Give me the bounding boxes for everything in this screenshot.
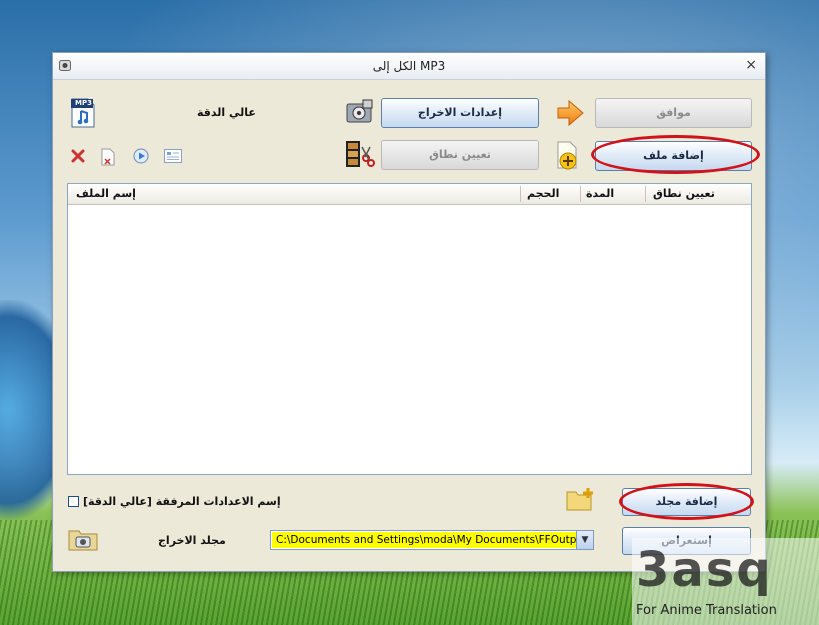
watermark-tagline: For Anime Translation — [636, 603, 777, 618]
output-path-value: C:\Documents and Settings\moda\My Docume… — [272, 532, 592, 548]
delete-icon[interactable] — [70, 148, 86, 164]
set-range-button[interactable]: تعيين نطاق — [381, 140, 539, 170]
mp3-badge-text: MP3 — [75, 99, 92, 107]
attached-settings-checkbox[interactable] — [68, 496, 79, 507]
attached-settings-label: [إسم الاعدادات المرفقة [عالي الدقة — [83, 495, 281, 508]
add-folder-icon — [565, 486, 595, 512]
quality-label: عالي الدقة — [197, 106, 256, 119]
add-folder-button[interactable]: إضافة مجلد — [622, 488, 751, 516]
remove-file-icon[interactable] — [100, 148, 116, 166]
output-folder-label: مجلد الاخراج — [158, 534, 226, 547]
arrow-right-icon — [555, 98, 585, 128]
info-icon[interactable] — [164, 149, 182, 163]
watermark-brand: 3asq — [636, 542, 773, 598]
app-window: الكل إلى MP3 × MP3 عالي الدقة إعدادات ال… — [52, 52, 766, 572]
file-list-header: إسم الملف الحجم المدة تعيين نطاق — [68, 184, 751, 205]
close-icon[interactable]: × — [745, 57, 757, 73]
output-path-select[interactable]: C:\Documents and Settings\moda\My Docume… — [270, 530, 594, 550]
column-header-size[interactable]: الحجم — [527, 187, 559, 200]
mp3-file-icon: MP3 — [69, 97, 97, 129]
output-settings-icon — [343, 98, 375, 128]
title-bar[interactable]: الكل إلى MP3 × — [53, 53, 765, 80]
watermark-logo: 3asq For Anime Translation — [632, 538, 819, 625]
output-folder-icon — [67, 526, 99, 552]
column-header-filename[interactable]: إسم الملف — [76, 187, 136, 200]
window-title: الكل إلى MP3 — [372, 59, 446, 73]
chevron-down-icon[interactable]: ▼ — [576, 531, 593, 549]
file-list[interactable]: إسم الملف الحجم المدة تعيين نطاق — [67, 183, 752, 475]
column-header-range[interactable]: تعيين نطاق — [653, 187, 715, 200]
ok-button[interactable]: موافق — [595, 98, 752, 128]
film-cut-icon — [343, 139, 375, 169]
column-separator — [520, 186, 521, 202]
column-header-duration[interactable]: المدة — [586, 187, 614, 200]
column-separator — [580, 186, 581, 202]
add-file-icon — [555, 140, 581, 172]
column-separator — [645, 186, 646, 202]
output-settings-button[interactable]: إعدادات الاخراج — [381, 98, 539, 128]
play-icon[interactable] — [133, 148, 149, 164]
add-file-button[interactable]: إضافة ملف — [595, 141, 752, 171]
